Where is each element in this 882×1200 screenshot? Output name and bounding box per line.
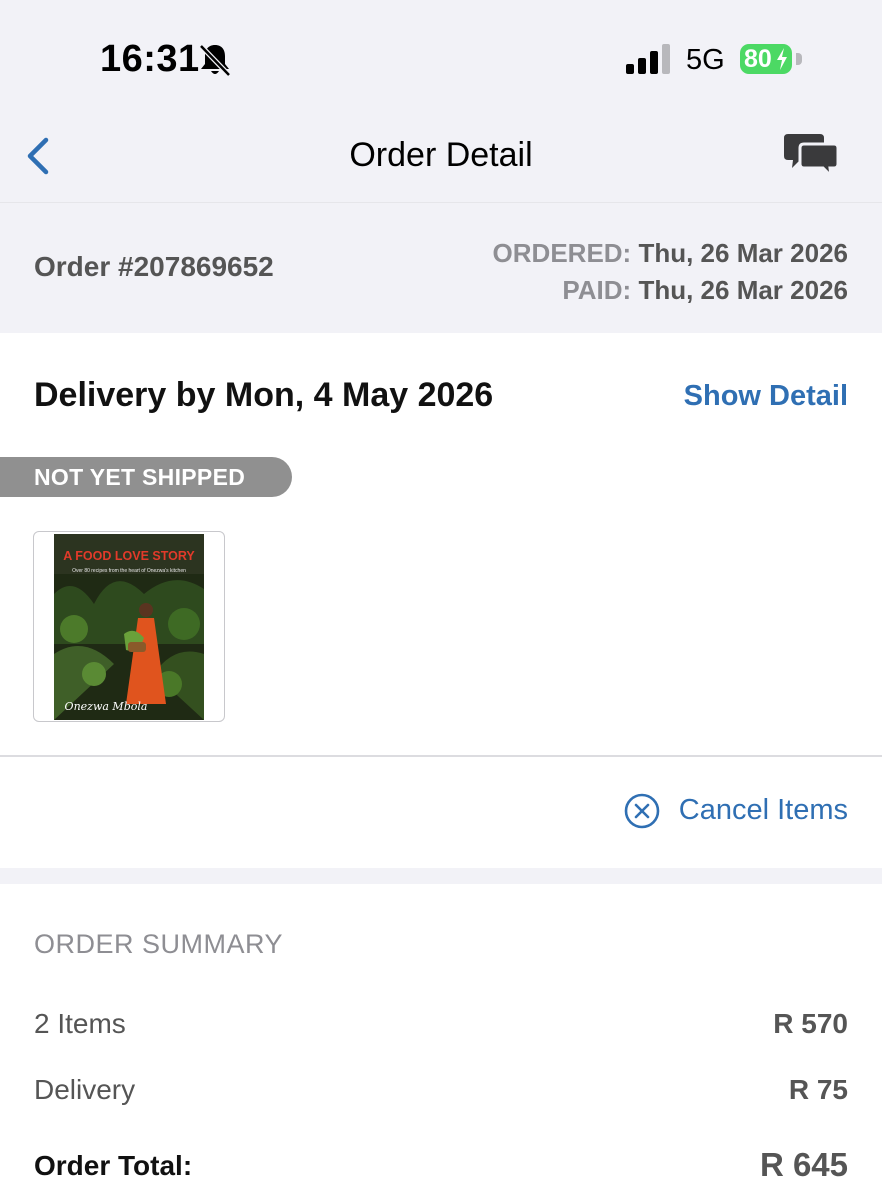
cover-subtitle: Over 80 recipes from the heart of Onezwa… (72, 568, 186, 574)
order-total-label: Order Total: (34, 1150, 193, 1181)
battery-level: 80 (744, 45, 772, 73)
battery-charging-icon: 80 (740, 44, 792, 74)
page-title: Order Detail (349, 136, 533, 174)
chat-bubbles-icon[interactable] (784, 130, 840, 180)
status-bar: 16:31 5G 80 (0, 0, 882, 110)
status-badge: NOT YET SHIPPED (0, 457, 292, 497)
section-gap (0, 868, 882, 884)
order-dates: ORDERED: Thu, 26 Mar 2026 PAID: Thu, 26 … (493, 235, 848, 309)
order-header: Order #207869652 ORDERED: Thu, 26 Mar 20… (0, 202, 882, 333)
status-time: 16:31 (100, 38, 200, 80)
ordered-line: ORDERED: Thu, 26 Mar 2026 (493, 235, 848, 272)
paid-label: PAID: (562, 275, 632, 305)
book-cover-image: A FOOD LOVE STORY Over 80 recipes from t… (54, 534, 204, 720)
cellular-signal-icon (626, 44, 670, 74)
ordered-label: ORDERED: (492, 238, 632, 268)
summary-title: ORDER SUMMARY (34, 929, 284, 959)
bell-slash-icon (199, 44, 231, 77)
ordered-date: Thu, 26 Mar 2026 (638, 238, 848, 268)
bolt-icon (777, 48, 787, 70)
nav-bar: Order Detail (0, 110, 882, 202)
product-thumbnail[interactable]: A FOOD LOVE STORY Over 80 recipes from t… (33, 531, 225, 722)
delivery-label: Delivery (34, 1074, 136, 1105)
order-total-value: R 645 (759, 1146, 848, 1183)
cover-title: A FOOD LOVE STORY (63, 549, 195, 563)
paid-date: Thu, 26 Mar 2026 (638, 275, 848, 305)
delivery-value: R 75 (788, 1074, 848, 1105)
delivery-title: Delivery by Mon, 4 May 2026 (34, 376, 494, 414)
cover-author: Onezwa Mbola (65, 700, 148, 713)
show-detail-link[interactable]: Show Detail (684, 380, 848, 413)
circle-x-icon[interactable] (624, 793, 660, 829)
cancel-items-button[interactable]: Cancel Items (679, 794, 848, 827)
items-label: 2 Items (34, 1008, 126, 1039)
items-value: R 570 (773, 1008, 848, 1039)
order-number: Order #207869652 (34, 251, 274, 282)
paid-line: PAID: Thu, 26 Mar 2026 (493, 272, 848, 309)
section-divider (0, 755, 882, 757)
network-type: 5G (686, 44, 725, 76)
battery-cap (796, 53, 802, 65)
